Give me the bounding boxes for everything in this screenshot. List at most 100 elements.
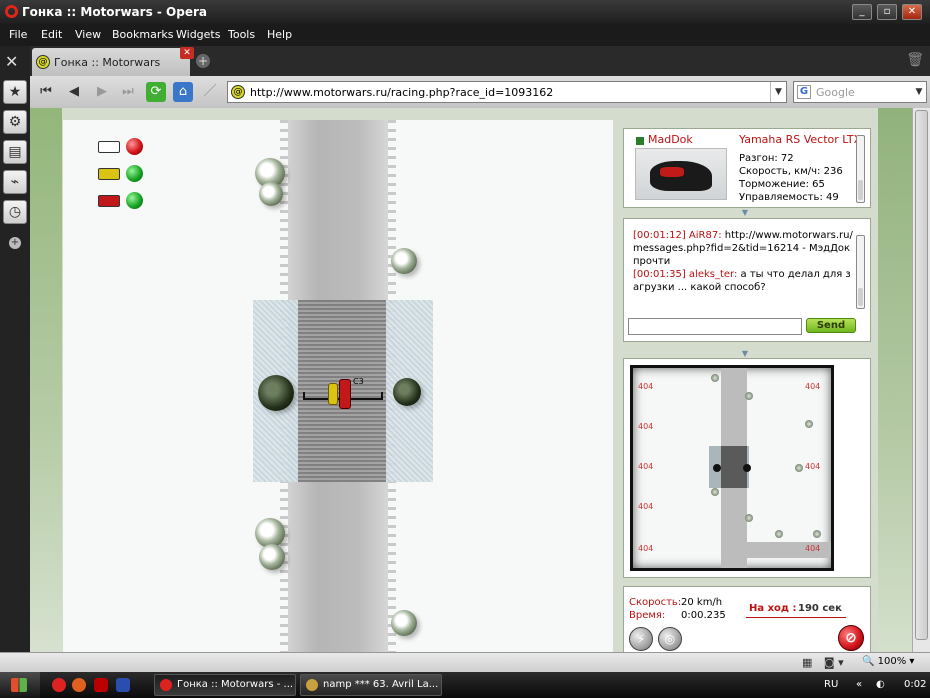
- minimap-tree: [711, 374, 719, 382]
- chat-nick[interactable]: AiR87:: [689, 230, 722, 241]
- plus-icon[interactable]: +: [9, 237, 21, 249]
- address-bar[interactable]: @ http://www.motorwars.ru/racing.php?rac…: [227, 81, 787, 103]
- minimize-button[interactable]: _: [852, 4, 872, 20]
- traffic-icon[interactable]: ▦: [802, 656, 812, 669]
- reload-icon[interactable]: ⟳: [146, 82, 166, 102]
- status-light-red-icon: [126, 138, 143, 155]
- race-field[interactable]: C3: [63, 120, 613, 652]
- tray-app-icon[interactable]: ◐: [876, 679, 885, 690]
- minimap-label: 404: [638, 422, 654, 431]
- rewind-icon[interactable]: ⏮: [36, 82, 56, 102]
- minimap-label: 404: [638, 544, 654, 553]
- stat-acceleration: Разгон: 72: [739, 153, 794, 164]
- minimap-dark-tree: [713, 464, 721, 472]
- nitro-icon[interactable]: ⚡: [629, 627, 653, 651]
- tab-label: Гонка :: Motorwars: [54, 56, 161, 69]
- language-indicator[interactable]: RU: [824, 679, 838, 690]
- player-task-icon: [306, 679, 318, 691]
- page-scrollbar[interactable]: [912, 108, 930, 652]
- search-placeholder[interactable]: Google: [816, 86, 855, 99]
- minimap-label: 404: [805, 382, 821, 391]
- minimap-label: 404: [805, 462, 821, 471]
- opera-quicklaunch-icon[interactable]: [52, 678, 66, 692]
- firefox-quicklaunch-icon[interactable]: [72, 678, 86, 692]
- maximize-button[interactable]: ▫: [877, 4, 897, 20]
- snowmobile-image: [635, 148, 727, 200]
- taskbar-label: namp *** 63. Avril La...: [323, 679, 439, 690]
- fast-forward-icon[interactable]: ⏭: [118, 82, 138, 102]
- turn-underline: [746, 617, 846, 618]
- window-title: Гонка :: Motorwars - Opera: [22, 5, 207, 19]
- chat-input[interactable]: [628, 318, 802, 335]
- taskbar-item-opera[interactable]: Гонка :: Motorwars - ...: [154, 674, 296, 696]
- zoom-control[interactable]: 🔍 100% ▾: [862, 655, 922, 670]
- status-light-green-icon: [126, 192, 143, 209]
- search-box[interactable]: G Google ▼: [793, 81, 927, 103]
- address-dropdown-icon[interactable]: ▼: [770, 82, 786, 102]
- dark-tree: [258, 375, 294, 411]
- race-status-panel: Скорость: 20 km/h Время: 0:00.235 На ход…: [623, 586, 871, 652]
- chat-nick[interactable]: aleks_ter:: [689, 269, 737, 280]
- satellite-icon[interactable]: ⌁: [3, 170, 27, 194]
- menu-widgets[interactable]: Widgets: [176, 28, 220, 41]
- home-icon[interactable]: ⌂: [173, 82, 193, 102]
- forward-icon[interactable]: ▶: [92, 82, 112, 102]
- site-favicon-icon: @: [231, 85, 245, 99]
- red-car-player[interactable]: [339, 379, 351, 409]
- vehicle-name: Yamaha RS Vector LTX: [739, 133, 859, 146]
- page-scrollbar-thumb[interactable]: [915, 110, 928, 640]
- star-icon[interactable]: ★: [3, 80, 27, 104]
- chat-scrollbar[interactable]: [856, 235, 865, 309]
- menu-bookmarks[interactable]: Bookmarks: [112, 28, 173, 41]
- tab-motorwars[interactable]: @ Гонка :: Motorwars ✕: [32, 47, 194, 76]
- new-tab-button[interactable]: +: [196, 54, 210, 68]
- close-button[interactable]: ✕: [902, 4, 922, 20]
- start-button[interactable]: [0, 672, 40, 698]
- menu-edit[interactable]: Edit: [41, 28, 62, 41]
- stat-handling: Управляемость: 49: [739, 192, 839, 203]
- turn-timer-value: 190 сек: [798, 603, 842, 614]
- player-row: [88, 164, 148, 184]
- chat-icon[interactable]: ▤: [3, 140, 27, 164]
- zoom-value[interactable]: 100%: [878, 656, 907, 667]
- collapse-arrow-icon[interactable]: ▼: [740, 350, 750, 358]
- back-icon[interactable]: ◀: [64, 82, 84, 102]
- chat-message: [00:01:35] aleks_ter: а ты что делал для…: [633, 268, 855, 294]
- menu-tools[interactable]: Tools: [228, 28, 255, 41]
- google-icon[interactable]: G: [797, 85, 811, 99]
- taskbar-item-player[interactable]: namp *** 63. Avril La...: [300, 674, 442, 696]
- minimap-tree: [813, 530, 821, 538]
- menu-file[interactable]: File: [9, 28, 27, 41]
- chat-time: [00:01:35]: [633, 269, 686, 280]
- minimap[interactable]: 404 404 404 404 404 404 404 404: [630, 365, 834, 571]
- address-url[interactable]: http://www.motorwars.ru/racing.php?race_…: [250, 86, 553, 99]
- vehicle-scrollbar[interactable]: [856, 135, 865, 203]
- trash-icon[interactable]: 🗑: [906, 52, 924, 68]
- stat-speed: Скорость, км/ч: 236: [739, 166, 843, 177]
- tools-icon[interactable]: ✕: [5, 52, 18, 71]
- player-name[interactable]: MadDok: [648, 133, 693, 146]
- app-quicklaunch-icon[interactable]: [94, 678, 108, 692]
- browser-status-bar: ▦ ◙ ▾ 🔍 100% ▾: [0, 652, 930, 672]
- edit-icon[interactable]: ／: [200, 82, 220, 102]
- menu-view[interactable]: View: [75, 28, 101, 41]
- snow-tree: [391, 610, 417, 636]
- yellow-car[interactable]: [328, 383, 338, 405]
- collapse-arrow-icon[interactable]: ▼: [740, 209, 750, 217]
- search-dropdown-icon[interactable]: ▼: [912, 82, 926, 102]
- gear-icon[interactable]: ⚙: [3, 110, 27, 134]
- tray-expand-icon[interactable]: «: [856, 679, 862, 690]
- clock-icon[interactable]: ◷: [3, 200, 27, 224]
- background-decor-left: [30, 108, 62, 652]
- app2-quicklaunch-icon[interactable]: [116, 678, 130, 692]
- chat-time: [00:01:12]: [633, 230, 686, 241]
- minimap-tree: [805, 420, 813, 428]
- stop-race-icon[interactable]: ⊘: [838, 625, 864, 651]
- minimap-dark-tree: [743, 464, 751, 472]
- camera-icon[interactable]: ◙ ▾: [824, 656, 844, 669]
- taskbar: Гонка :: Motorwars - ... namp *** 63. Av…: [0, 672, 930, 698]
- menu-help[interactable]: Help: [267, 28, 292, 41]
- send-button[interactable]: Send: [806, 318, 856, 333]
- wheel-icon[interactable]: ◎: [658, 627, 682, 651]
- tab-close-button[interactable]: ✕: [180, 47, 194, 59]
